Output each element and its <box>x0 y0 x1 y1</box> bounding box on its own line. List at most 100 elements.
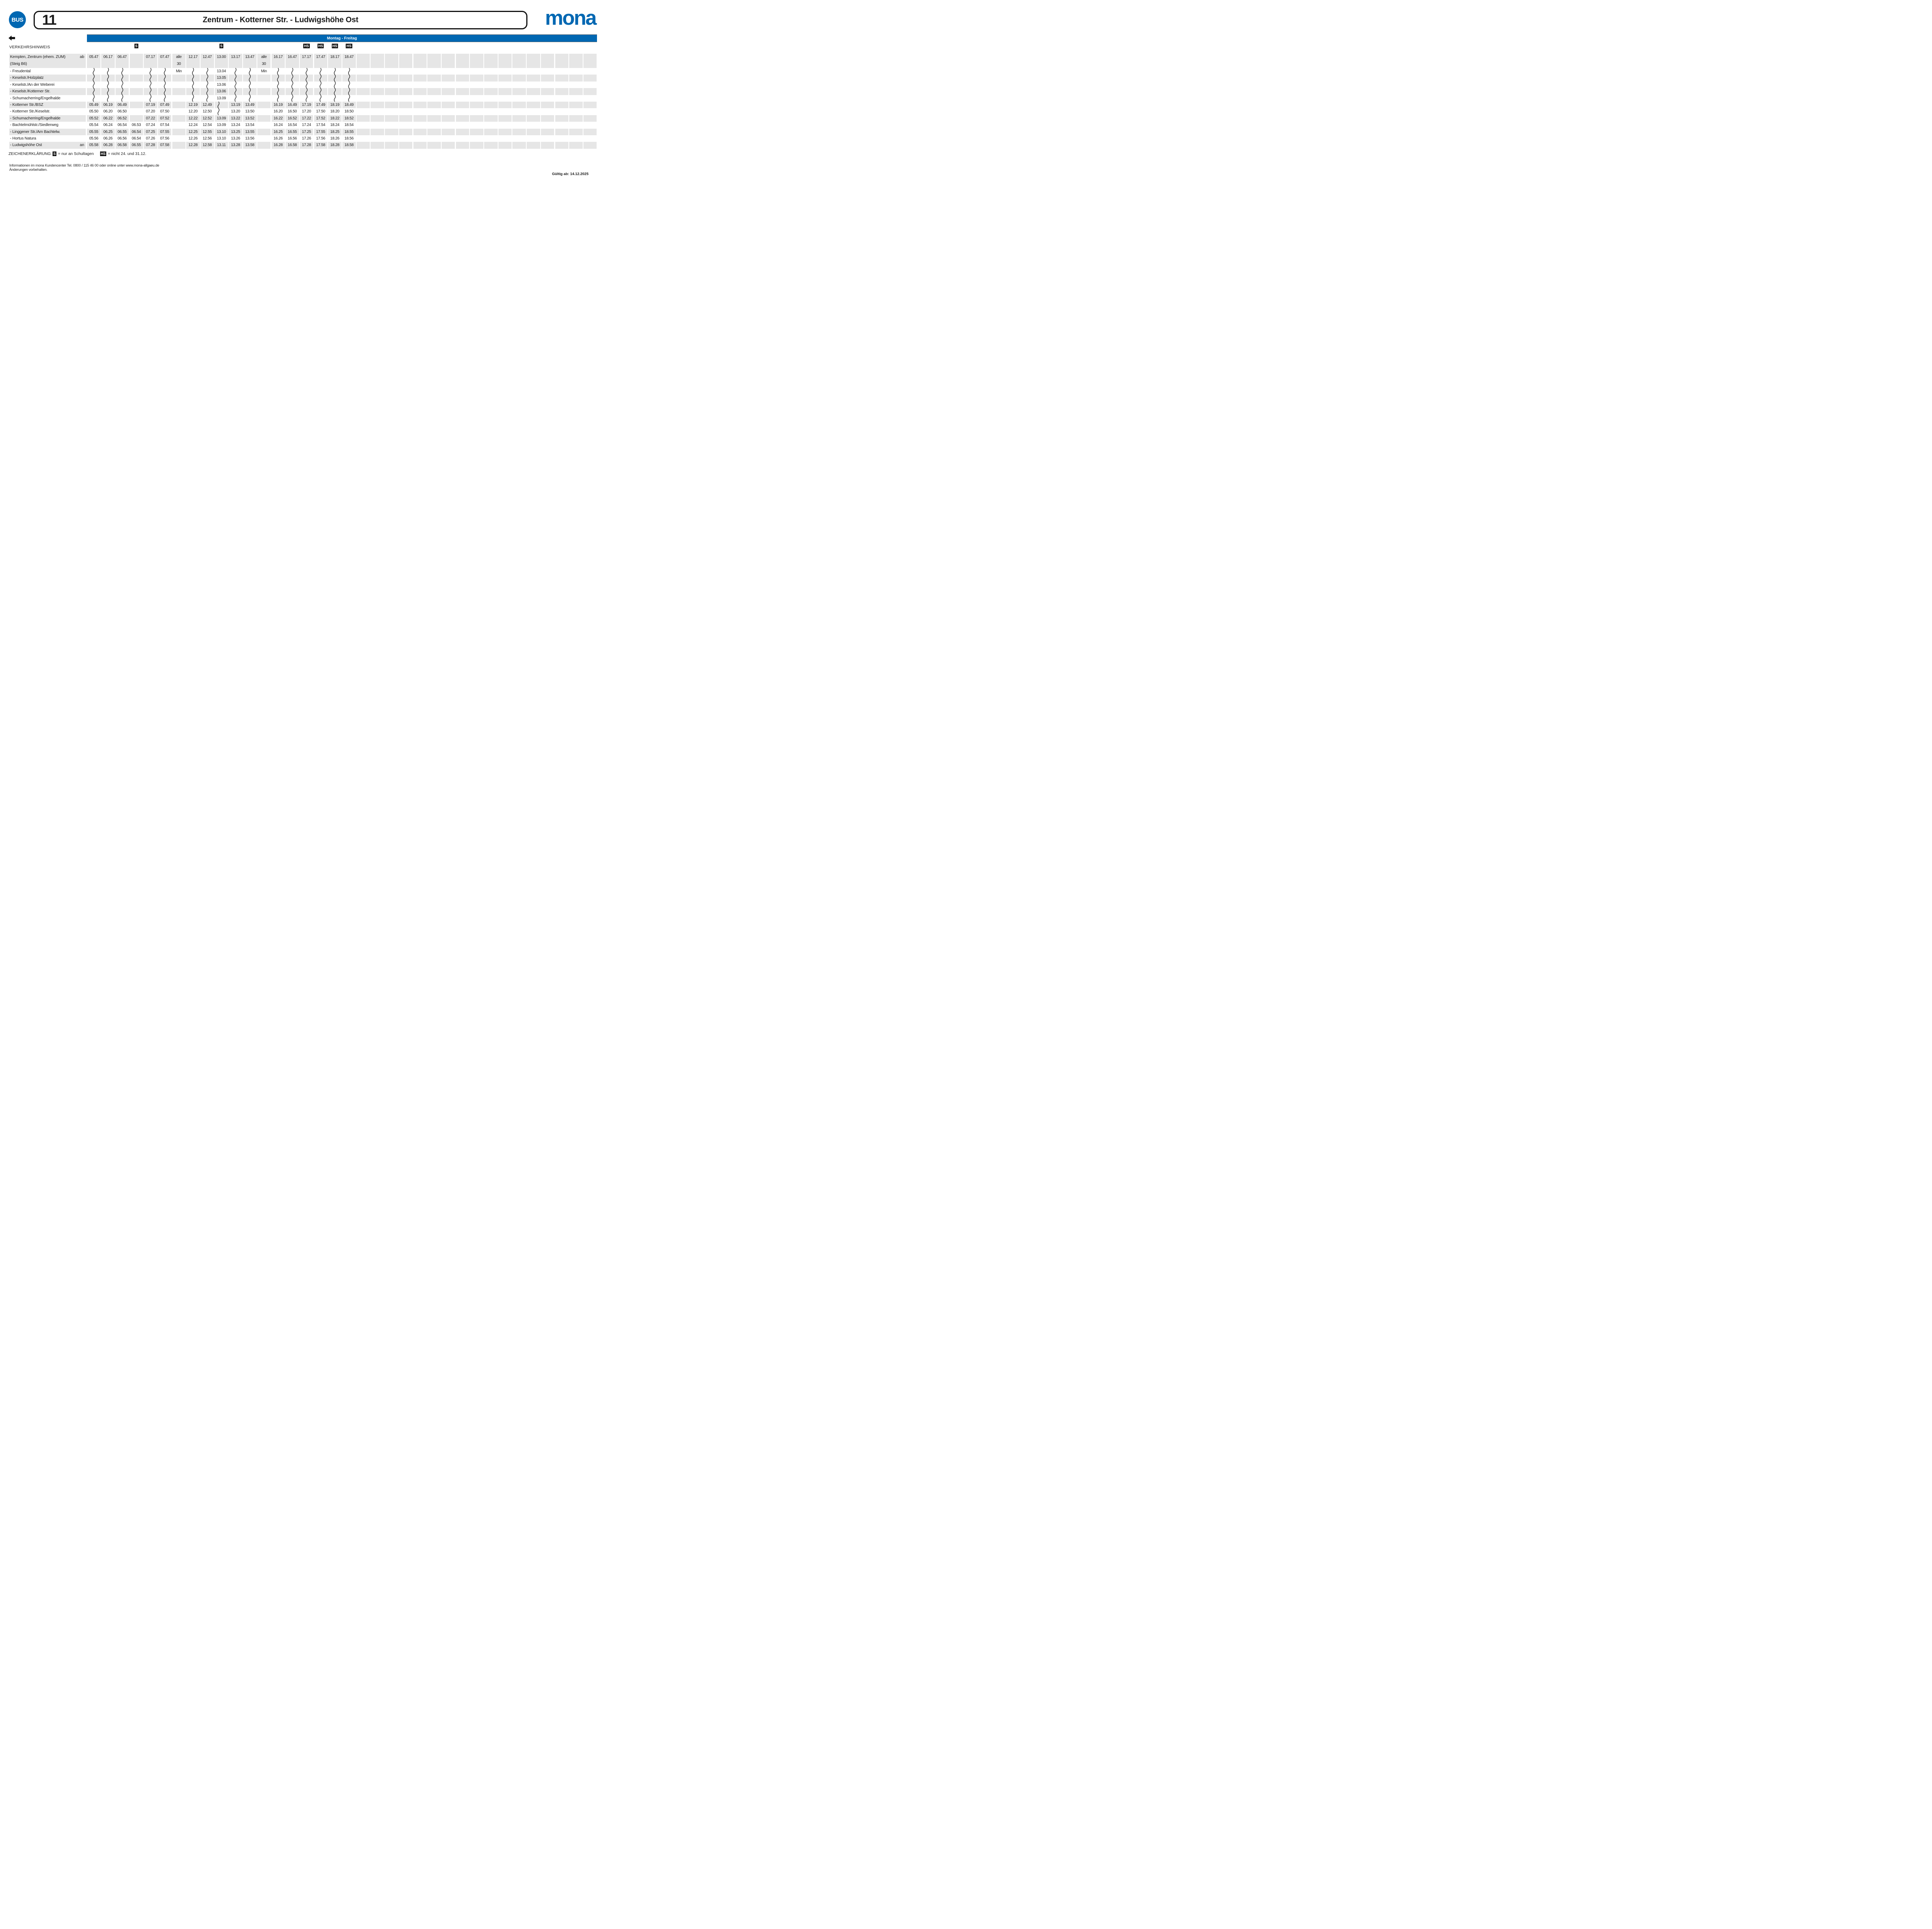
time-cell: 18.55 <box>342 129 356 135</box>
time-cell: 18.26 <box>328 135 342 142</box>
time-cell <box>201 82 214 88</box>
stop-name-cell: - Schumacherring/Engelhalde <box>9 95 86 102</box>
time-cell <box>186 75 200 81</box>
empty-cell <box>456 102 469 108</box>
empty-cell <box>498 54 512 68</box>
time-cell <box>257 115 271 122</box>
empty-cell <box>413 135 427 142</box>
school-days-text: = nur an Schultagen <box>58 152 94 156</box>
time-cell <box>229 88 242 95</box>
empty-cell <box>555 75 569 81</box>
time-cell: 06.52 <box>116 115 129 122</box>
empty-cell <box>456 95 469 102</box>
empty-cell <box>442 115 455 122</box>
time-cell: Min <box>257 68 271 75</box>
time-cell <box>243 82 257 88</box>
legend-title: ZEICHENERKLÄRUNG: <box>9 152 52 156</box>
stop-row: - Keselstr./Holzplatz13.05 <box>9 75 597 81</box>
time-cell: 13.17 <box>229 54 242 68</box>
empty-cell <box>357 129 370 135</box>
time-cell <box>257 108 271 115</box>
stop-name: - Schumacherring/Engelhalde <box>10 115 60 122</box>
valid-from-label: Gültig ab: 14.12.2025 <box>552 172 588 176</box>
empty-cell <box>413 115 427 122</box>
time-cell <box>116 88 129 95</box>
empty-cell <box>470 142 483 148</box>
empty-cell <box>583 135 597 142</box>
empty-cell <box>371 115 384 122</box>
empty-cell <box>385 95 398 102</box>
time-cell: 12.17 <box>186 54 200 68</box>
time-cell <box>172 95 186 102</box>
time-cell <box>101 88 115 95</box>
empty-cell <box>427 88 441 95</box>
empty-cell <box>569 115 583 122</box>
stop-name-cell: - Kotterner Str./BSZ <box>9 102 86 108</box>
empty-cell <box>413 108 427 115</box>
empty-cell <box>512 135 526 142</box>
time-cell: 16.20 <box>272 108 285 115</box>
empty-cell <box>555 122 569 128</box>
empty-cell <box>498 142 512 148</box>
time-cell: 16.56 <box>286 135 299 142</box>
time-cell: 13.56 <box>243 135 257 142</box>
empty-cell <box>385 102 398 108</box>
time-cell <box>101 68 115 75</box>
time-cell: 12.52 <box>201 115 214 122</box>
empty-cell <box>357 115 370 122</box>
time-cell <box>243 88 257 95</box>
empty-cell <box>371 88 384 95</box>
empty-cell <box>527 54 540 68</box>
time-cell: 13.25 <box>229 129 242 135</box>
time-cell: 12.22 <box>186 115 200 122</box>
time-cell: 06.24 <box>101 122 115 128</box>
time-cell: 13.09 <box>215 122 228 128</box>
empty-cell <box>512 88 526 95</box>
empty-cell <box>399 142 413 148</box>
stop-name: - Bachtelmühlstr./Siedlerweg <box>10 122 58 128</box>
stop-name-cell: - Ludwigshöhe Ostan <box>9 142 86 148</box>
holiday-exception-text: = nicht 24. und 31.12. <box>108 152 146 156</box>
empty-cell <box>442 68 455 75</box>
time-cell: 17.50 <box>314 108 328 115</box>
stop-name-cell: - Keselstr./An der Weberei <box>9 82 86 88</box>
time-cell <box>286 75 299 81</box>
empty-cell <box>357 75 370 81</box>
time-cell <box>201 95 214 102</box>
time-cell <box>172 102 186 108</box>
empty-cell <box>371 68 384 75</box>
time-cell: 16.22 <box>272 115 285 122</box>
time-cell <box>286 95 299 102</box>
time-cell: 16.50 <box>286 108 299 115</box>
empty-cell <box>498 75 512 81</box>
time-cell: 18.19 <box>328 102 342 108</box>
back-arrow-icon <box>9 36 15 41</box>
stop-row: - Bachtelmühlstr./Siedlerweg05.5406.2406… <box>9 122 597 128</box>
empty-cell <box>484 122 498 128</box>
empty-cell <box>357 102 370 108</box>
empty-cell <box>413 88 427 95</box>
stop-name: - Hortus Natura <box>10 135 36 142</box>
time-cell <box>243 95 257 102</box>
time-cell <box>272 68 285 75</box>
empty-cell <box>541 115 554 122</box>
empty-cell <box>555 54 569 68</box>
empty-cell <box>512 54 526 68</box>
empty-cell <box>470 88 483 95</box>
time-cell <box>87 88 100 95</box>
time-cell: 13.49 <box>243 102 257 108</box>
time-cell: 13.47 <box>243 54 257 68</box>
empty-cell <box>512 115 526 122</box>
empty-cell <box>385 75 398 81</box>
empty-cell <box>413 129 427 135</box>
ab-an-label: an <box>80 142 84 148</box>
empty-cell <box>442 88 455 95</box>
stop-row: - Ludwigshöhe Ostan05.5806.2806.5806.550… <box>9 142 597 148</box>
empty-cell <box>357 122 370 128</box>
empty-cell <box>569 68 583 75</box>
stop-name-cell: - Keselstr./Kotterner Str. <box>9 88 86 95</box>
time-cell: 12.25 <box>186 129 200 135</box>
time-cell: 16.28 <box>272 142 285 148</box>
empty-cell <box>512 102 526 108</box>
time-cell: 06.50 <box>116 108 129 115</box>
